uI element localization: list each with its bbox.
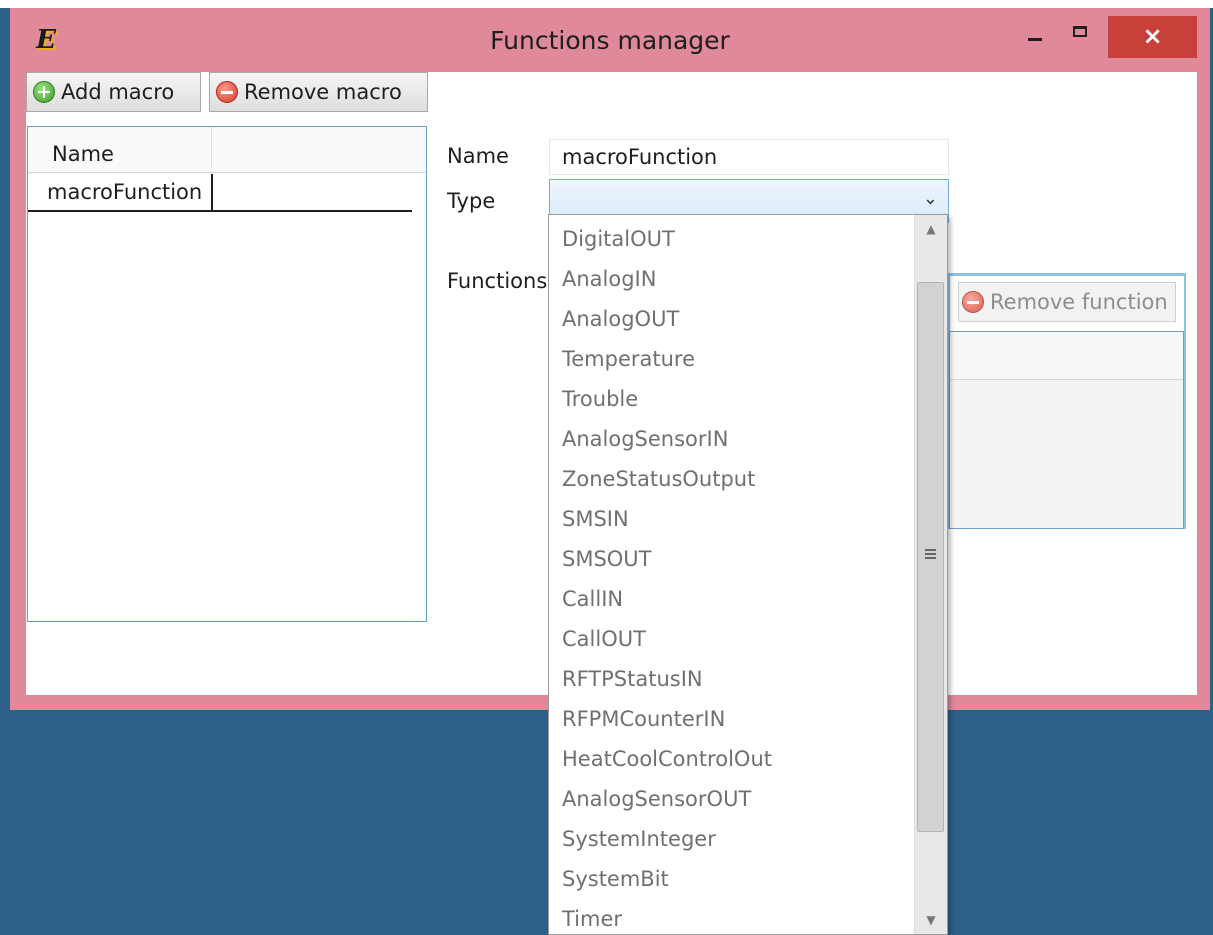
type-options-list: DigitalOUT AnalogIN AnalogOUT Temperature Tr… — [549, 219, 915, 934]
type-option[interactable]: DigitalOUT — [549, 219, 915, 259]
name-field[interactable]: macroFunction — [549, 139, 949, 175]
remove-macro-label: Remove macro — [244, 80, 402, 104]
type-option[interactable]: SMSIN — [549, 499, 915, 539]
type-option[interactable]: CallOUT — [549, 619, 915, 659]
type-option[interactable]: Timer — [549, 899, 915, 934]
remove-function-label: Remove function — [990, 290, 1168, 314]
scroll-up-icon[interactable]: ▲ — [915, 215, 947, 243]
table-row[interactable]: macroFunction — [28, 174, 412, 212]
add-macro-label: Add macro — [61, 80, 175, 104]
remove-function-button[interactable]: Remove function — [958, 282, 1176, 322]
type-option[interactable]: SMSOUT — [549, 539, 915, 579]
minimize-button[interactable] — [1020, 8, 1052, 54]
remove-function-icon — [962, 291, 984, 313]
type-option[interactable]: AnalogSensorIN — [549, 419, 915, 459]
type-option[interactable]: AnalogOUT — [549, 299, 915, 339]
type-option[interactable]: SystemInteger — [549, 819, 915, 859]
maximize-button[interactable] — [1064, 8, 1100, 54]
functions-grid[interactable] — [949, 331, 1184, 529]
type-option[interactable]: AnalogIN — [549, 259, 915, 299]
remove-icon — [216, 81, 238, 103]
functions-label: Functions — [447, 269, 548, 293]
dropdown-scrollbar[interactable]: ▲ ▼ — [914, 215, 947, 934]
type-option[interactable]: Temperature — [549, 339, 915, 379]
add-macro-button[interactable]: Add macro — [26, 72, 201, 112]
type-option[interactable]: Trouble — [549, 379, 915, 419]
column-header-name[interactable]: Name — [40, 127, 212, 172]
type-option[interactable]: HeatCoolControlOut — [549, 739, 915, 779]
scroll-down-icon[interactable]: ▼ — [915, 906, 947, 934]
scrollbar-thumb[interactable] — [917, 282, 944, 832]
name-label: Name — [447, 144, 509, 168]
functions-grid-header — [950, 332, 1183, 380]
type-option[interactable]: RFPMCounterIN — [549, 699, 915, 739]
title-bar[interactable]: E Functions manager × — [10, 8, 1210, 70]
chevron-down-icon: ⌄ — [922, 188, 938, 209]
remove-macro-button[interactable]: Remove macro — [209, 72, 428, 112]
macro-grid-header: Name — [28, 127, 426, 173]
close-icon: × — [1142, 22, 1163, 50]
type-option[interactable]: CallIN — [549, 579, 915, 619]
type-option[interactable]: AnalogSensorOUT — [549, 779, 915, 819]
grip-icon — [925, 549, 936, 559]
type-option[interactable]: RFTPStatusIN — [549, 659, 915, 699]
type-option[interactable]: SystemBit — [549, 859, 915, 899]
add-icon — [33, 81, 55, 103]
close-button[interactable]: × — [1108, 16, 1197, 58]
type-label: Type — [447, 189, 496, 213]
top-strip — [0, 0, 1213, 8]
type-option[interactable]: ZoneStatusOutput — [549, 459, 915, 499]
macro-list-grid[interactable]: Name macroFunction — [27, 126, 427, 622]
macro-name-cell[interactable]: macroFunction — [34, 174, 213, 210]
type-dropdown-list[interactable]: DigitalOUT AnalogIN AnalogOUT Temperature Tr… — [548, 214, 948, 935]
